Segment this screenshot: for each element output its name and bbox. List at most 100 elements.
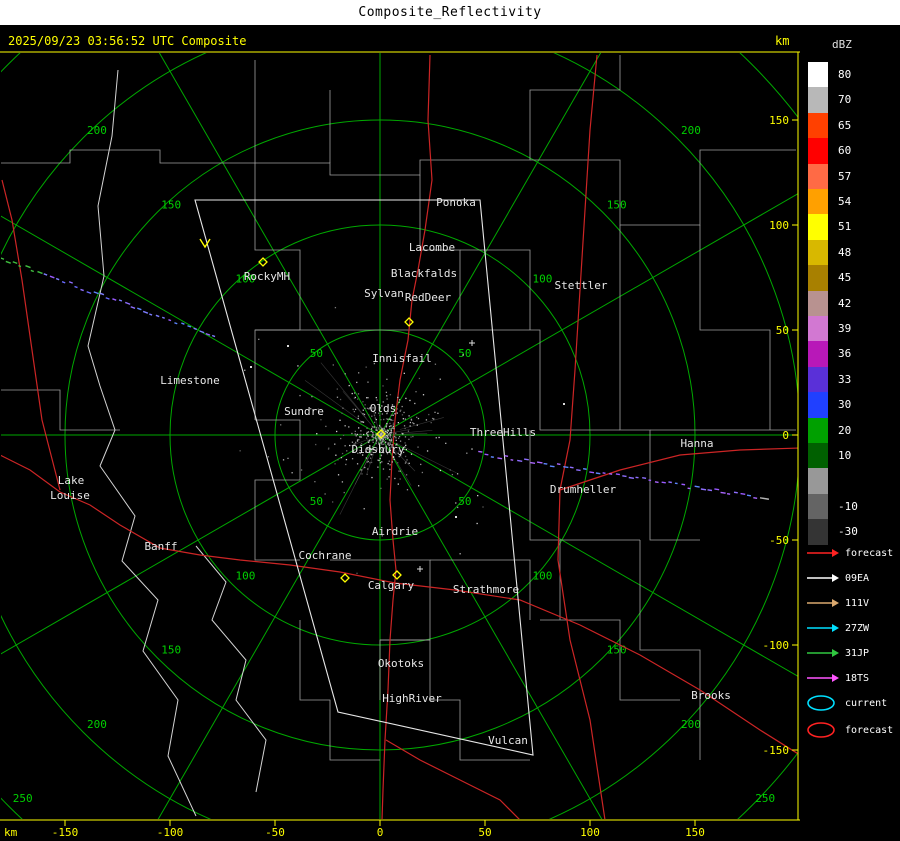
18ts-arrow-icon (807, 674, 839, 682)
y-axis-tick-label: -150 (763, 744, 790, 757)
range-ring-label: 200 (681, 718, 701, 731)
x-axis-tick-label: 0 (377, 826, 384, 839)
city-label: RedDeer (405, 291, 452, 304)
range-ring-label: 100 (532, 273, 552, 286)
range-ring-label: 250 (13, 792, 33, 805)
legend-item: current (806, 694, 887, 712)
y-axis-tick-label: -50 (769, 534, 789, 547)
colorbar-swatch (808, 392, 828, 418)
x-axis-tick-label: -150 (52, 826, 79, 839)
legend-label: forecast (845, 724, 894, 736)
y-axis-tick-label: 100 (769, 219, 789, 232)
legend-label: 31JP (845, 647, 870, 659)
y-axis-tick-label: 0 (782, 429, 789, 442)
colorbar-swatch (808, 112, 828, 139)
window-title: Composite_Reflectivity (358, 5, 542, 20)
colorbar-swatch (808, 265, 828, 291)
radar-map[interactable]: 50 50 50 50 100 100 100 100 150 150 150 150 200 200 20… (0, 26, 800, 841)
city-label: Olds (370, 402, 397, 415)
title-bar: Composite_Reflectivity (0, 0, 900, 26)
colorbar-label: 39 (838, 322, 852, 335)
current-ellipse-icon (807, 695, 835, 711)
city-label: Stettler (555, 279, 608, 292)
colorbar-label: 60 (838, 144, 852, 158)
27zw-arrow-icon (807, 624, 839, 632)
colorbar-swatch (808, 189, 828, 215)
colorbar-swatch (808, 214, 828, 240)
x-axis-tick-label: 50 (478, 826, 491, 839)
city-label: ThreeHills (470, 426, 536, 439)
colorbar-label: 36 (838, 347, 852, 361)
range-ring-label: 200 (87, 718, 107, 731)
city-label: Didsbury (352, 443, 405, 456)
colorbar-swatch (808, 493, 828, 520)
city-label: Okotoks (378, 657, 424, 670)
legend-item: forecast (806, 721, 893, 739)
colorbar-swatch (808, 87, 828, 113)
city-label: Blackfalds (391, 267, 457, 280)
city-label: Airdrie (372, 525, 418, 538)
colorbar-label: 45 (838, 271, 852, 285)
city-label: Sylvan (364, 287, 404, 300)
colorbar-swatch (808, 468, 828, 494)
colorbar-title: dBZ (832, 38, 852, 51)
colorbar-swatch (808, 138, 828, 164)
legend-label: 09EA (845, 572, 870, 584)
colorbar-label: 57 (838, 169, 852, 183)
colorbar-swatch (808, 163, 828, 189)
city-label: Drumheller (550, 483, 617, 496)
legend-item: 27ZW (806, 622, 869, 634)
colorbar-label: -10 (838, 499, 858, 513)
legend-item: 18TS (806, 672, 869, 684)
map-unit-top: km (775, 34, 789, 48)
range-ring-label: 100 (236, 569, 256, 582)
colorbar-label: 65 (838, 118, 852, 132)
colorbar-label: 48 (838, 245, 852, 259)
range-ring-label: 50 (310, 347, 323, 360)
colorbar-label: 30 (838, 398, 852, 412)
colorbar-label: 33 (838, 372, 852, 386)
legend-item: 09EA (806, 572, 869, 584)
main-content: 50 50 50 50 100 100 100 100 150 150 150 150 200 200 20… (0, 26, 900, 841)
station-dot-icon (287, 345, 289, 347)
city-label: Cochrane (299, 549, 352, 562)
station-dot-icon (250, 366, 252, 368)
city-label: Calgary (368, 579, 415, 592)
colorbar-label: 70 (838, 93, 852, 107)
city-label: Innisfail (372, 352, 432, 365)
colorbar-label: -30 (838, 525, 858, 539)
legend-label: forecast (845, 547, 894, 559)
range-ring-label: 200 (681, 124, 701, 137)
city-label: Lacombe (409, 241, 455, 254)
colorbar-label: 10 (838, 449, 852, 462)
legend-item: 111V (806, 597, 869, 609)
timestamp: 2025/09/23 03:56:52 UTC Composite (8, 34, 246, 48)
colorbar-label: 51 (838, 220, 852, 234)
side-panel: dBZ 80 70 65 60 57 54 51 48 45 42 39 36 33 30 20 10 -10 -… (800, 26, 900, 841)
colorbar-swatch (808, 290, 828, 316)
legend-label: 27ZW (845, 622, 870, 634)
legend-item: 31JP (806, 647, 869, 659)
city-label: RockyMH (244, 270, 290, 283)
legend-label: 111V (845, 597, 870, 609)
colorbar-swatch (808, 519, 828, 545)
map-unit-bottom: km (4, 826, 18, 839)
colorbar-swatch (808, 316, 828, 342)
x-axis-tick-label: -100 (157, 826, 184, 839)
colorbar-swatch (808, 417, 828, 443)
city-label: Ponoka (436, 196, 476, 209)
range-ring-label: 100 (532, 569, 552, 582)
forecast-arrow-icon (807, 549, 839, 557)
colorbar-swatch (808, 443, 828, 469)
city-label: Hanna (680, 437, 713, 450)
range-ring-label: 150 (161, 644, 181, 657)
range-ring-label: 150 (607, 644, 627, 657)
x-axis-tick-label: 100 (580, 826, 600, 839)
colorbar-swatch (808, 341, 828, 367)
range-ring-label: 200 (87, 124, 107, 137)
legend-label: 18TS (845, 672, 870, 684)
range-ring-label: 50 (310, 495, 323, 508)
legend-label: current (845, 697, 888, 709)
x-axis-tick-label: 150 (685, 826, 705, 839)
111v-arrow-icon (807, 599, 839, 607)
